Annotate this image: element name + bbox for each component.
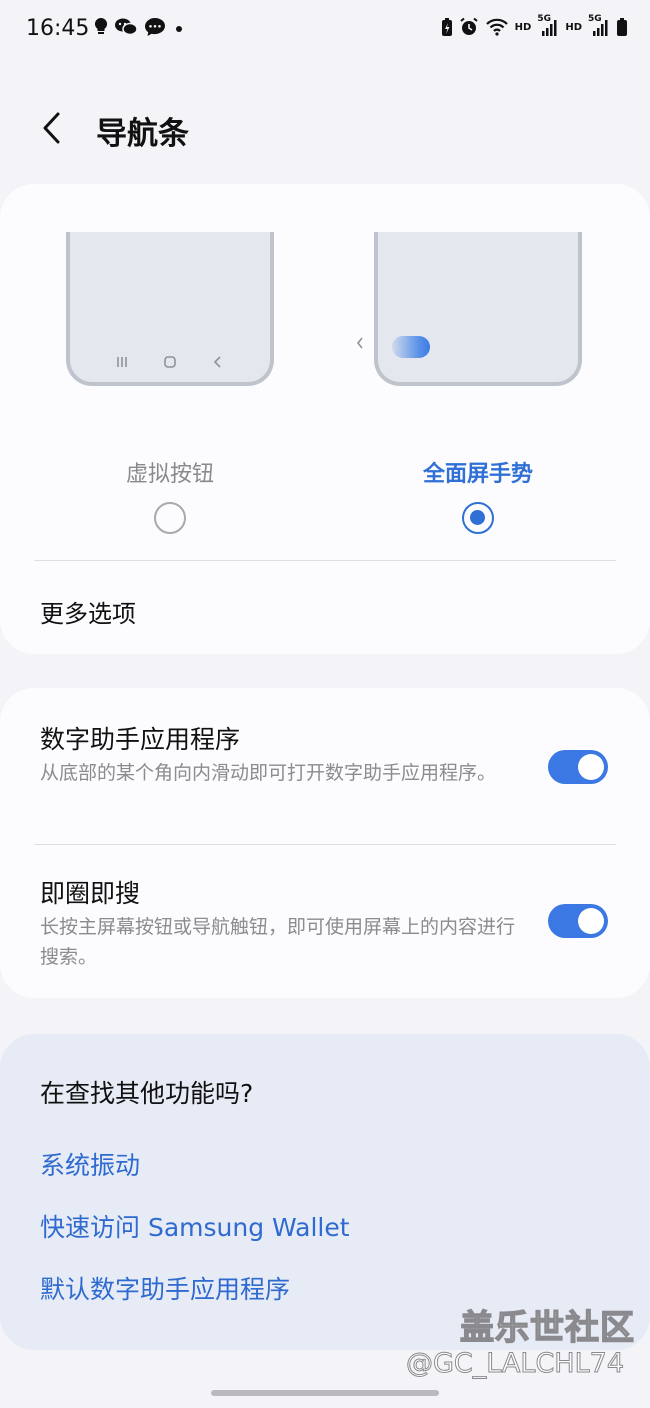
toggles-card: 数字助手应用程序 从底部的某个角向内滑动即可打开数字助手应用程序。 即圈即搜 长… <box>0 688 650 998</box>
battery-saver-icon <box>441 18 452 36</box>
recent-apps-icon <box>117 357 127 367</box>
community-watermark: 盖乐世社区 <box>459 1307 635 1348</box>
message-icon <box>145 18 165 36</box>
buttons-option-label[interactable]: 虚拟按钮 <box>40 456 300 488</box>
buttons-preview[interactable] <box>66 232 274 386</box>
default-assistant-link[interactable]: 默认数字助手应用程序 <box>40 1270 290 1306</box>
nav-keys-preview <box>70 356 270 368</box>
gesture-pill-icon <box>392 336 430 358</box>
gesture-arrow-icon <box>356 337 363 349</box>
divider <box>34 844 616 845</box>
digital-assistant-title[interactable]: 数字助手应用程序 <box>40 720 240 756</box>
more-options-item[interactable]: 更多选项 <box>40 594 136 629</box>
gestures-option-label[interactable]: 全面屏手势 <box>348 456 608 488</box>
circle-to-search-description: 长按主屏幕按钮或导航触钮，即可使用屏幕上的内容进行搜索。 <box>40 916 516 968</box>
notification-icons <box>94 17 186 37</box>
circle-to-search-title[interactable]: 即圈即搜 <box>40 874 140 910</box>
digital-assistant-toggle[interactable] <box>548 750 608 784</box>
gestures-preview[interactable] <box>374 232 582 386</box>
status-time: 16:45 <box>26 16 90 41</box>
hd-label: HD <box>565 21 582 33</box>
page-title: 导航条 <box>96 116 189 152</box>
back-key-icon <box>213 356 221 368</box>
navigation-type-card: 虚拟按钮 全面屏手势 更多选项 <box>0 184 650 654</box>
home-indicator[interactable] <box>211 1390 439 1396</box>
back-button[interactable] <box>36 106 76 150</box>
lightbulb-icon <box>94 17 108 34</box>
user-watermark: @GC_LALCHL74 <box>405 1348 625 1380</box>
signal-icon: 5G <box>537 14 559 37</box>
home-icon <box>164 356 176 368</box>
signal-icon: 5G <box>588 14 610 37</box>
status-bar: 16:45 HD 5G HD 5G <box>0 0 650 62</box>
looking-for-more-title: 在查找其他功能吗? <box>40 1079 254 1108</box>
wifi-icon <box>485 18 508 36</box>
wechat-icon <box>115 18 138 36</box>
hd-label: HD <box>514 21 532 33</box>
back-arrow-icon <box>43 112 60 144</box>
alarm-icon <box>460 17 478 35</box>
system-vibration-link[interactable]: 系统振动 <box>40 1146 140 1182</box>
dot-icon <box>176 26 182 32</box>
battery-icon <box>617 18 627 36</box>
gestures-radio[interactable] <box>462 502 494 534</box>
buttons-radio[interactable] <box>154 502 186 534</box>
circle-to-search-toggle[interactable] <box>548 904 608 938</box>
divider <box>34 560 616 561</box>
samsung-wallet-link[interactable]: 快速访问 Samsung Wallet <box>40 1208 350 1244</box>
system-icons: HD 5G HD 5G <box>441 14 628 37</box>
digital-assistant-description: 从底部的某个角向内滑动即可打开数字助手应用程序。 <box>40 762 497 784</box>
